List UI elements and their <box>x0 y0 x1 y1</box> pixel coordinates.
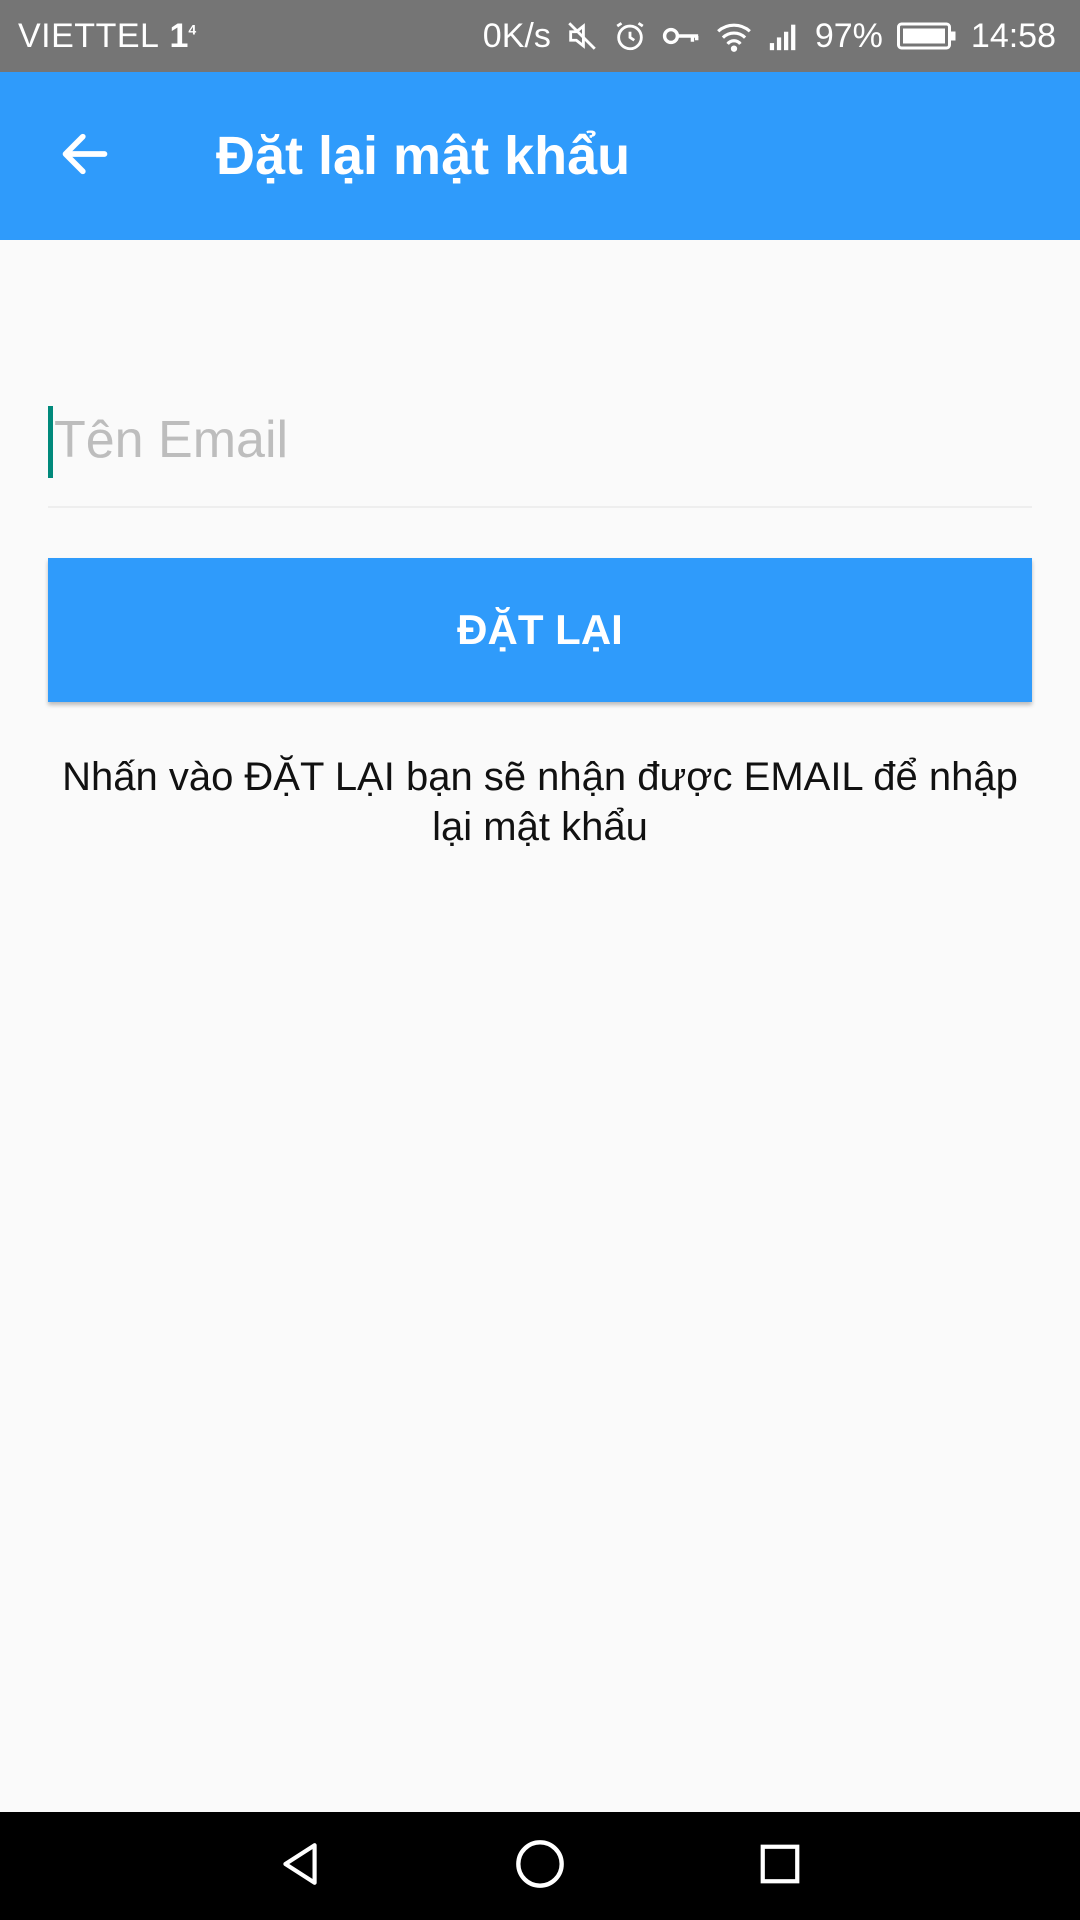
status-left: VIETTEL 14 <box>18 17 196 56</box>
reset-password-screen: VIETTEL 14 0K/s 97% 14:58 Đặt lại mật kh… <box>0 0 1080 1920</box>
back-button[interactable] <box>50 121 120 191</box>
email-field[interactable] <box>48 404 1032 508</box>
text-caret <box>48 406 53 478</box>
vpn-key-icon <box>661 16 701 56</box>
nav-home-button[interactable] <box>490 1816 590 1916</box>
nav-recents-button[interactable] <box>730 1816 830 1916</box>
reset-hint-text: Nhấn vào ĐẶT LẠI bạn sẽ nhận được EMAIL … <box>62 755 1018 849</box>
recents-square-icon <box>757 1841 803 1892</box>
network-speed: 0K/s <box>482 16 551 55</box>
mute-icon <box>565 16 599 56</box>
battery-icon <box>896 16 957 56</box>
email-input[interactable] <box>48 404 1032 476</box>
arrow-back-icon <box>59 128 111 185</box>
carrier-name: VIETTEL <box>18 16 160 55</box>
network-type-main: 1 <box>169 16 189 55</box>
alarm-icon <box>613 16 647 56</box>
status-bar: VIETTEL 14 0K/s 97% 14:58 <box>0 0 1080 72</box>
network-type: 14 <box>169 17 196 56</box>
clock: 14:58 <box>970 16 1056 55</box>
wifi-icon <box>715 16 753 56</box>
signal-icon <box>767 16 801 56</box>
network-type-sup: 4 <box>188 21 197 38</box>
navigation-bar <box>0 1812 1080 1920</box>
home-circle-icon <box>514 1838 566 1895</box>
reset-button[interactable]: ĐẶT LẠI <box>48 558 1032 702</box>
battery-percent: 97% <box>814 16 883 55</box>
page-title: Đặt lại mật khẩu <box>216 126 631 186</box>
status-right: 0K/s 97% 14:58 <box>483 16 1056 56</box>
back-triangle-icon <box>275 1839 325 1894</box>
app-bar: Đặt lại mật khẩu <box>0 72 1080 240</box>
nav-back-button[interactable] <box>250 1816 350 1916</box>
